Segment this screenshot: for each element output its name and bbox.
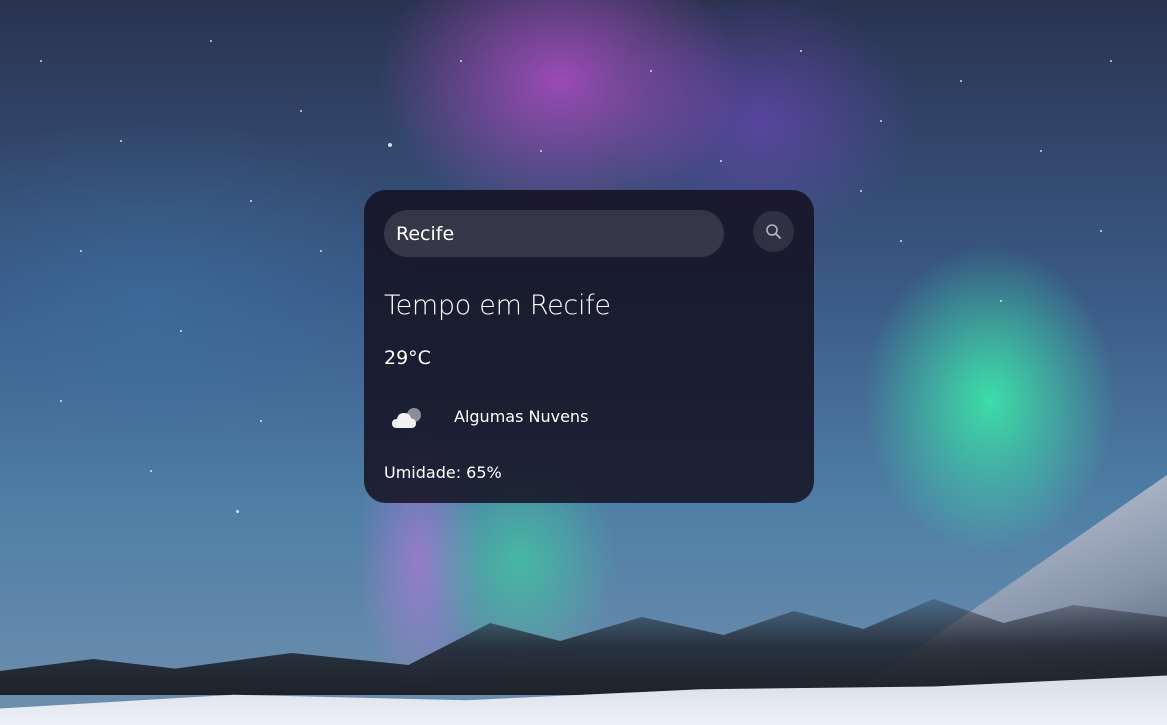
- tree-line: [0, 599, 1167, 695]
- cloud-icon: [392, 408, 421, 428]
- weather-condition: Algumas Nuvens: [384, 398, 684, 438]
- search-bar: [384, 210, 794, 257]
- search-icon: [766, 224, 781, 239]
- weather-card: Tempo em Recife 29°C Algumas Nuvens Umid…: [364, 190, 814, 503]
- search-button[interactable]: [753, 211, 794, 252]
- city-search-input[interactable]: [384, 210, 724, 257]
- condition-label: Algumas Nuvens: [454, 407, 589, 426]
- humidity-value: Umidade: 65%: [384, 463, 502, 482]
- temperature-value: 29°C: [384, 347, 431, 369]
- weather-title: Tempo em Recife: [384, 290, 611, 321]
